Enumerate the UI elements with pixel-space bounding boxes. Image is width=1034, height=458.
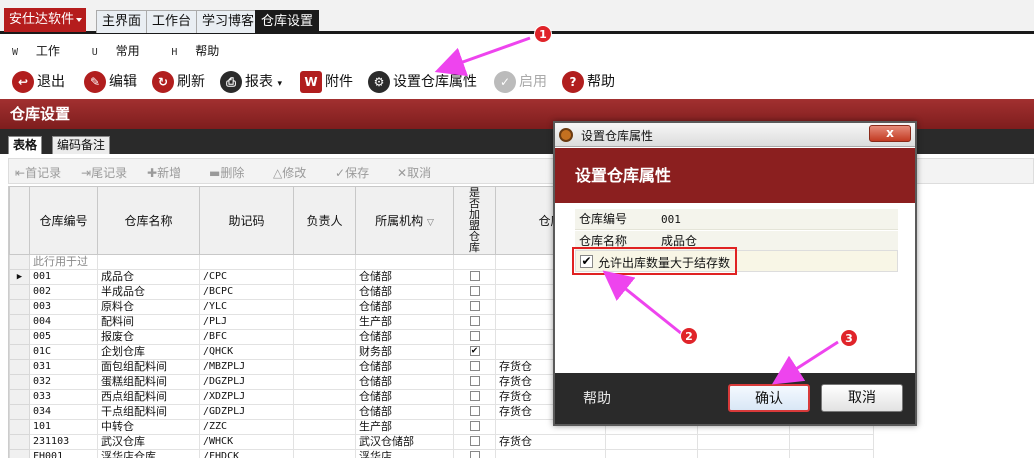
annotation-arrow-3 [771, 340, 839, 385]
annotation-badge-1: 1 [534, 25, 552, 43]
annotation-badge-3: 3 [840, 329, 858, 347]
annotation-badge-2: 2 [680, 327, 698, 345]
annotation-arrow-2 [602, 270, 683, 336]
annotation-arrows [434, 36, 839, 385]
annotation-arrow-1 [434, 36, 531, 77]
